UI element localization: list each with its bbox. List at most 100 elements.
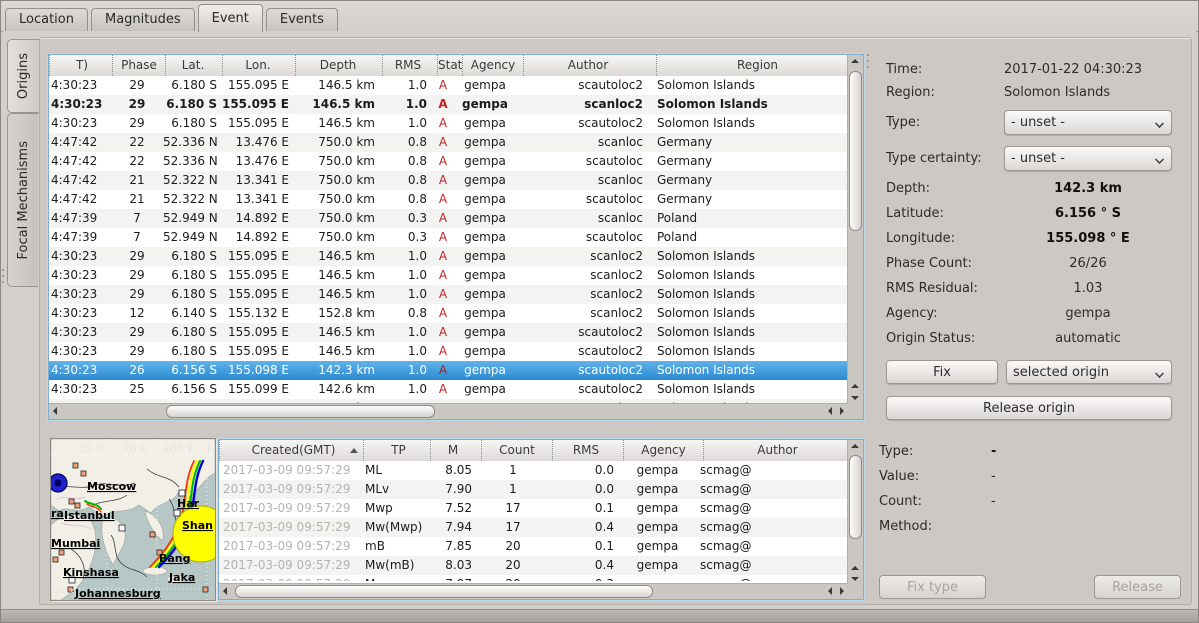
scroll-left-icon[interactable] bbox=[828, 407, 832, 415]
vertical-scrollbar[interactable] bbox=[847, 55, 863, 404]
fix-button[interactable]: Fix bbox=[886, 360, 998, 384]
table-row[interactable]: 2017-03-09 09:57:29 mB 7.85 20 0.1 gempa… bbox=[219, 537, 848, 556]
origins-table-header: T) Phase Lat. Lon. bbox=[49, 55, 848, 77]
table-row[interactable]: 4:30:23 26 6.156 S 155.098 E 142.3 km 1.… bbox=[49, 361, 848, 380]
top-tab[interactable]: Magnitudes bbox=[91, 8, 195, 31]
column-header[interactable]: M bbox=[430, 440, 481, 461]
scroll-right-icon[interactable] bbox=[840, 587, 844, 595]
column-header[interactable]: Region bbox=[656, 55, 848, 76]
table-row[interactable]: 4:30:23 12 6.140 S 155.132 E 152.8 km 0.… bbox=[49, 304, 848, 323]
map-thumbnail[interactable]: 35 E 70 E 105 E 14 35 S Moscow ra Istanb… bbox=[50, 438, 216, 601]
side-tab[interactable]: Focal Mechanisms bbox=[7, 113, 38, 287]
cell-phase: 7 bbox=[111, 228, 163, 247]
column-header[interactable]: T) bbox=[49, 55, 112, 76]
horizontal-scrollbar[interactable] bbox=[219, 583, 848, 599]
city-label: Moscow bbox=[87, 480, 136, 493]
origin-selector-select[interactable]: selected origin bbox=[1006, 360, 1172, 384]
table-row[interactable]: 4:47:42 22 52.336 N 13.476 E 750.0 km 0.… bbox=[49, 152, 848, 171]
table-row[interactable]: 4:47:42 21 52.322 N 13.341 E 750.0 km 0.… bbox=[49, 190, 848, 209]
cell-author: scmag@ bbox=[697, 575, 848, 581]
scrollbar-thumb[interactable] bbox=[166, 405, 435, 418]
top-tab-label: Magnitudes bbox=[105, 12, 181, 27]
scroll-up-icon[interactable] bbox=[851, 59, 859, 63]
column-header[interactable]: Agency bbox=[462, 55, 523, 76]
top-tab[interactable]: Event bbox=[198, 4, 263, 32]
table-row[interactable]: 4:47:39 7 52.949 N 14.892 E 750.0 km 0.3… bbox=[49, 209, 848, 228]
scrollbar-thumb[interactable] bbox=[849, 455, 862, 539]
column-header[interactable]: Lat. bbox=[165, 55, 222, 76]
scroll-down-icon[interactable] bbox=[851, 396, 859, 400]
cell-lon: 13.476 E bbox=[219, 152, 291, 171]
scrollbar-thumb[interactable] bbox=[235, 585, 653, 598]
cell-rms: 0.3 bbox=[377, 209, 431, 228]
cell-phase: 12 bbox=[111, 304, 163, 323]
release-origin-button[interactable]: Release origin bbox=[886, 396, 1172, 420]
event-type-select[interactable]: - unset - bbox=[1004, 110, 1172, 135]
table-row[interactable]: 4:30:23 29 6.180 S 155.095 E 146.5 km 1.… bbox=[49, 247, 848, 266]
splitter-handle[interactable] bbox=[2, 269, 6, 283]
column-header[interactable]: Author bbox=[523, 55, 656, 76]
column-header[interactable]: TP bbox=[363, 440, 430, 461]
horizontal-scrollbar[interactable] bbox=[49, 403, 848, 419]
cell-status: A bbox=[431, 285, 455, 304]
column-header[interactable]: RMS bbox=[382, 55, 437, 76]
scroll-left-icon[interactable] bbox=[828, 587, 832, 595]
scroll-up-icon[interactable] bbox=[851, 384, 859, 388]
column-header[interactable]: RMS bbox=[552, 440, 623, 461]
scroll-up-icon[interactable] bbox=[851, 444, 859, 448]
magnitude-info-panel: Type: - Value: - Count: - Method: Fix ty… bbox=[879, 439, 1181, 601]
table-row[interactable]: 2017-03-09 09:57:29 Mw(mB) 8.03 20 0.4 g… bbox=[219, 556, 848, 575]
release-button[interactable]: Release bbox=[1094, 575, 1181, 599]
scroll-left-icon[interactable] bbox=[223, 587, 227, 595]
table-row[interactable]: 4:30:23 29 6.180 S 155.095 E 146.5 km 1.… bbox=[49, 114, 848, 133]
column-header[interactable]: Count bbox=[481, 440, 552, 461]
top-tab[interactable]: Location bbox=[5, 8, 88, 31]
cell-rms: 0.3 bbox=[548, 575, 618, 581]
table-row[interactable]: 4:30:23 29 6.180 S 155.095 E 146.5 km 1.… bbox=[49, 266, 848, 285]
table-row[interactable]: 4:47:42 22 52.336 N 13.476 E 750.0 km 0.… bbox=[49, 133, 848, 152]
table-row[interactable]: 2017-03-09 09:57:29 Mw(Mwp) 7.94 17 0.4 … bbox=[219, 518, 848, 537]
cell-status: A bbox=[431, 304, 455, 323]
scrollbar-thumb[interactable] bbox=[849, 71, 862, 231]
fix-type-button[interactable]: Fix type bbox=[879, 575, 986, 599]
column-header[interactable]: Author bbox=[703, 440, 848, 461]
table-row[interactable]: 4:30:23 29 6.180 S 155.095 E 146.5 km 1.… bbox=[49, 342, 848, 361]
table-row[interactable]: 4:47:39 7 52.949 N 14.892 E 750.0 km 0.3… bbox=[49, 228, 848, 247]
table-row[interactable]: 4:30:23 29 6.180 S 155.095 E 146.5 km 1.… bbox=[49, 323, 848, 342]
grid-label: 70 E bbox=[123, 442, 147, 455]
column-header[interactable]: Agency bbox=[623, 440, 703, 461]
column-header[interactable]: Phase bbox=[112, 55, 165, 76]
column-header[interactable]: Created(GMT) bbox=[219, 440, 363, 461]
type-certainty-select[interactable]: - unset - bbox=[1004, 146, 1172, 171]
cell-status: A bbox=[431, 209, 455, 228]
table-row[interactable]: 4:30:23 29 6.180 S 155.095 E 146.5 km 1.… bbox=[49, 76, 848, 95]
cell-lon: 155.132 E bbox=[219, 304, 291, 323]
cell-author: scanloc2 bbox=[515, 266, 647, 285]
table-row[interactable]: 4:47:42 21 52.322 N 13.341 E 750.0 km 0.… bbox=[49, 171, 848, 190]
cell-region: Solomon Islands bbox=[647, 342, 848, 361]
vertical-scrollbar[interactable] bbox=[847, 440, 863, 584]
table-row[interactable]: 4:30:23 29 6.180 S 155.095 E 146.5 km 1.… bbox=[49, 95, 848, 114]
cell-status: A bbox=[431, 171, 455, 190]
side-tab[interactable]: Origins bbox=[7, 39, 39, 113]
top-tab[interactable]: Events bbox=[266, 8, 338, 31]
column-header[interactable]: Lon. bbox=[222, 55, 295, 76]
table-row[interactable]: 4:30:23 25 6.156 S 155.099 E 142.6 km 1.… bbox=[49, 380, 848, 399]
scroll-left-icon[interactable] bbox=[53, 407, 57, 415]
column-header[interactable]: Stat bbox=[437, 55, 462, 76]
cell-rms: 0.1 bbox=[548, 499, 618, 518]
column-header[interactable]: Depth bbox=[295, 55, 382, 76]
scroll-up-icon[interactable] bbox=[851, 566, 859, 570]
chevron-down-icon bbox=[1155, 369, 1165, 375]
scroll-right-icon[interactable] bbox=[840, 407, 844, 415]
cell-rms: 0.4 bbox=[548, 518, 618, 537]
cell-time: 4:30:23 bbox=[49, 380, 111, 399]
table-row[interactable]: 2017-03-09 09:57:29 MLv 7.90 1 0.0 gempa… bbox=[219, 480, 848, 499]
table-row[interactable]: 2017-03-09 09:57:29 M 7.97 20 0.3 gempa … bbox=[219, 575, 848, 581]
cell-lat: 52.322 N bbox=[163, 190, 219, 209]
splitter-handle[interactable] bbox=[867, 54, 871, 68]
table-row[interactable]: 2017-03-09 09:57:29 ML 8.05 1 0.0 gempa … bbox=[219, 461, 848, 480]
table-row[interactable]: 2017-03-09 09:57:29 Mwp 7.52 17 0.1 gemp… bbox=[219, 499, 848, 518]
scroll-down-icon[interactable] bbox=[851, 577, 859, 581]
table-row[interactable]: 4:30:23 29 6.180 S 155.095 E 146.5 km 1.… bbox=[49, 285, 848, 304]
